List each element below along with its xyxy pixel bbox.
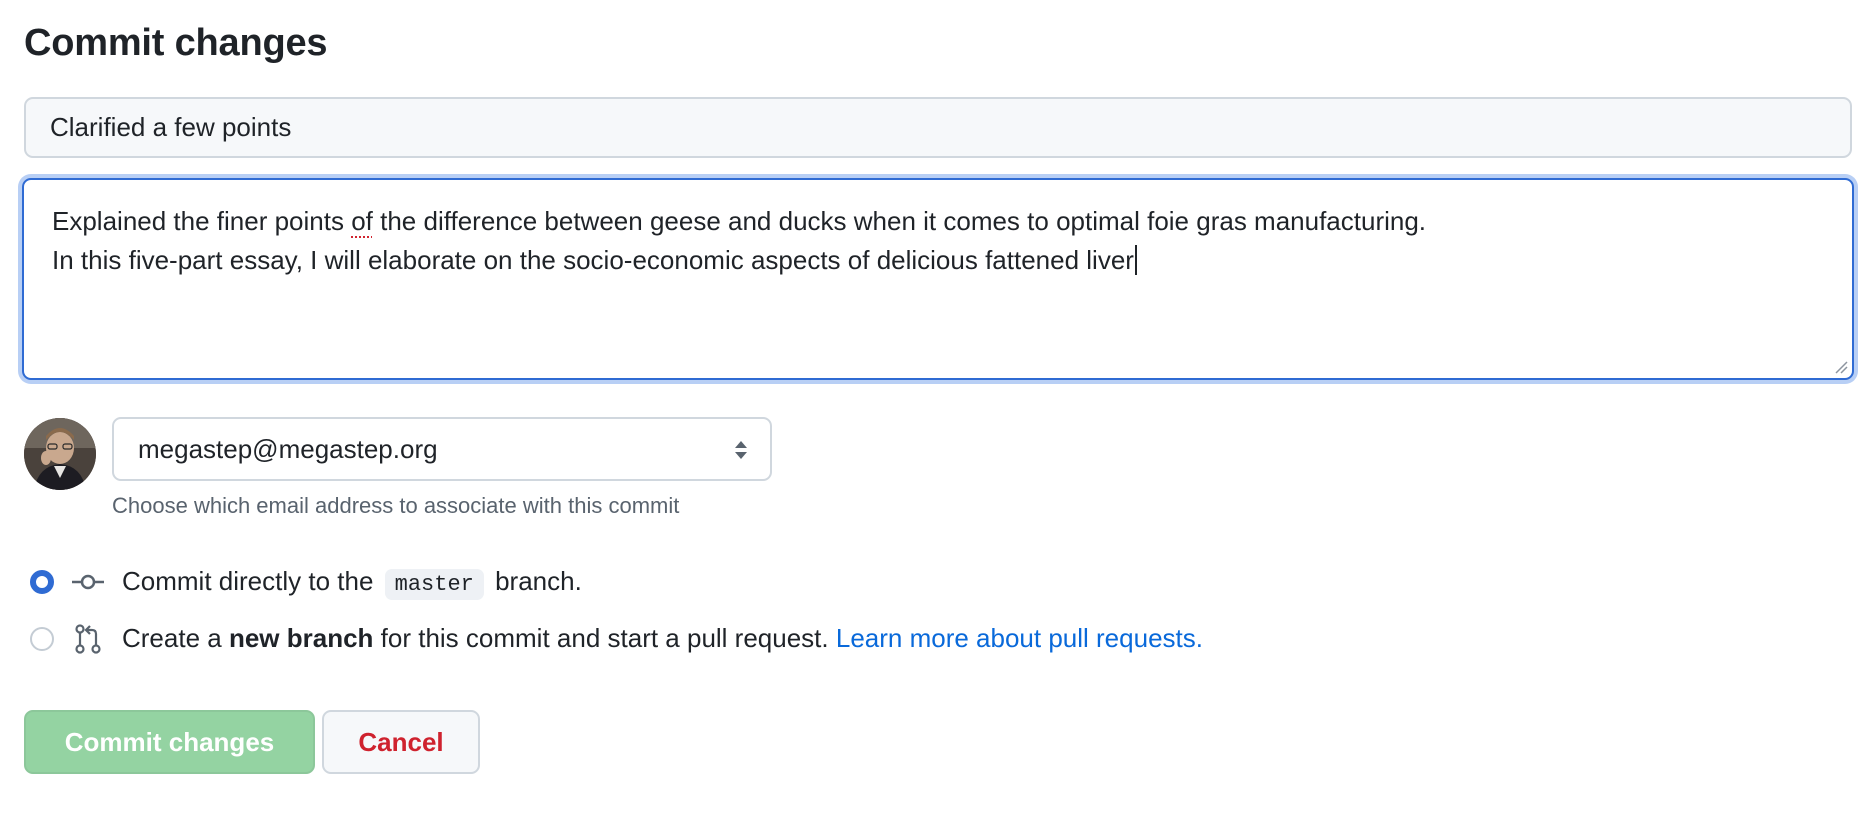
branch-name-badge: master [384, 569, 484, 600]
selected-email: megastep@megastep.org [138, 433, 438, 464]
email-help-text: Choose which email address to associate … [112, 493, 680, 518]
author-email-select[interactable]: megastep@megastep.org [112, 417, 772, 481]
text-caret [1134, 245, 1137, 275]
cancel-button[interactable]: Cancel [322, 710, 480, 774]
resize-handle-icon[interactable] [1834, 360, 1848, 374]
avatar [24, 418, 96, 490]
select-caret-icon [735, 441, 747, 459]
commit-changes-form: Commit changes Explained the finer point… [0, 0, 1868, 816]
commit-direct-radio[interactable] [30, 569, 54, 594]
user-avatar-icon [24, 418, 96, 490]
commit-direct-label: Commit directly to the master branch. [122, 566, 582, 600]
spellcheck-underline: of [351, 206, 373, 236]
commit-description-textarea[interactable]: Explained the finer points of the differ… [22, 178, 1854, 380]
page-title: Commit changes [24, 22, 328, 64]
create-branch-option[interactable]: Create a new branch for this commit and … [30, 623, 1203, 654]
description-line: Explained the finer points of the differ… [52, 206, 1427, 236]
create-branch-radio[interactable] [30, 626, 54, 651]
learn-more-pull-requests-link[interactable]: Learn more about pull requests. [836, 623, 1203, 653]
create-branch-label: Create a new branch for this commit and … [122, 623, 1203, 653]
git-commit-icon [72, 574, 104, 589]
commit-direct-option[interactable]: Commit directly to the master branch. [30, 566, 582, 600]
git-pull-request-icon [75, 623, 101, 654]
description-line: In this five-part essay, I will elaborat… [52, 245, 1137, 276]
commit-changes-button[interactable]: Commit changes [24, 710, 315, 774]
commit-summary-input[interactable] [24, 97, 1852, 158]
